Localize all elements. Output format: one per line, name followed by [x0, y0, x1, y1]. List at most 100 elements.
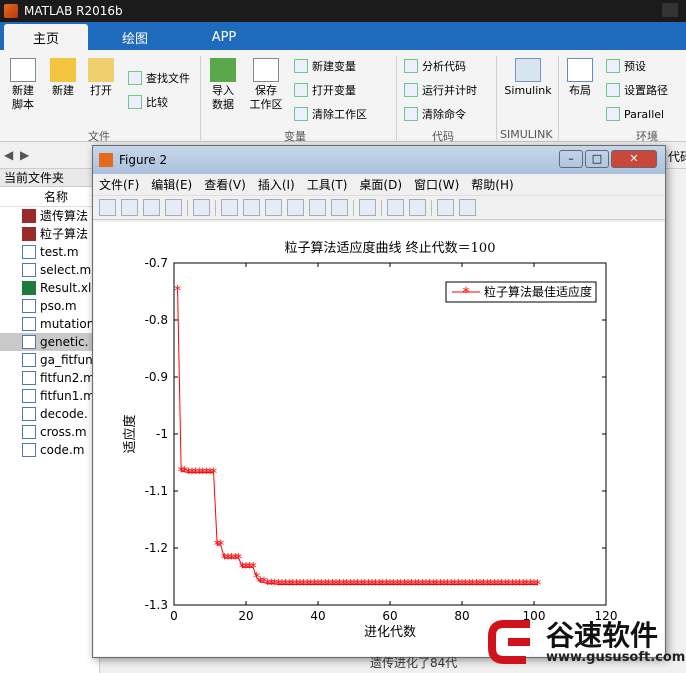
print-icon[interactable]: [165, 199, 182, 216]
list-item[interactable]: fitfun1.m: [0, 387, 99, 405]
m-file-icon: [22, 353, 36, 367]
show-plot-tools-icon[interactable]: [459, 199, 476, 216]
figure-menu-item[interactable]: 工具(T): [307, 176, 348, 193]
import-data-button[interactable]: 导入 数据: [206, 58, 240, 112]
brush-icon[interactable]: [331, 199, 348, 216]
parallel-button[interactable]: Parallel: [606, 106, 664, 122]
column-header-name[interactable]: 名称: [0, 187, 99, 207]
tab-plots[interactable]: 绘图: [92, 24, 178, 50]
figure-menu-item[interactable]: 帮助(H): [471, 176, 513, 193]
close-button[interactable]: ✕: [611, 150, 657, 168]
new-variable-button[interactable]: 新建变量: [294, 58, 356, 74]
ribbon-divider: [558, 56, 559, 140]
clear-commands-icon: [404, 107, 418, 121]
zoom-out-icon[interactable]: [243, 199, 260, 216]
clear-workspace-label: 清除工作区: [312, 108, 367, 121]
figure-menu-item[interactable]: 插入(I): [258, 176, 295, 193]
list-item[interactable]: genetic.: [0, 333, 99, 351]
find-files-button[interactable]: 查找文件: [128, 70, 190, 86]
file-name: 遗传算法: [40, 209, 89, 223]
link-plot-icon[interactable]: [359, 199, 376, 216]
list-item[interactable]: fitfun2.m: [0, 369, 99, 387]
tab-apps[interactable]: APP: [180, 24, 268, 50]
y-tick-label: -1.2: [145, 541, 168, 555]
run-and-time-icon: [404, 83, 418, 97]
file-name: test.m: [40, 245, 79, 259]
clear-workspace-button[interactable]: 清除工作区: [294, 106, 367, 122]
folder-icon: [88, 58, 114, 82]
figure-menu-item[interactable]: 桌面(D): [359, 176, 402, 193]
list-item[interactable]: test.m: [0, 243, 99, 261]
compare-button[interactable]: 比较: [128, 94, 168, 110]
group-label-simulink: SIMULINK: [500, 128, 553, 141]
simulink-button[interactable]: Simulink: [502, 58, 554, 98]
window-controls[interactable]: [662, 3, 678, 17]
open-file-icon[interactable]: [121, 199, 138, 216]
file-name: mutation: [40, 317, 95, 331]
file-name: fitfun2.m: [40, 371, 95, 385]
list-item[interactable]: pso.m: [0, 297, 99, 315]
preferences-button[interactable]: 预设: [606, 58, 646, 74]
figure-menubar: 文件(F) 编辑(E) 查看(V) 插入(I) 工具(T) 桌面(D) 窗口(W) 帮助(H): [93, 174, 665, 196]
list-item[interactable]: cross.m: [0, 423, 99, 441]
toolbar-separator: [187, 199, 188, 216]
list-item[interactable]: mutation: [0, 315, 99, 333]
figure-menu-item[interactable]: 编辑(E): [151, 176, 192, 193]
y-tick-label: -0.9: [145, 370, 168, 384]
save-workspace-button[interactable]: 保存 工作区: [246, 58, 286, 112]
m-file-icon: [22, 317, 36, 331]
tab-home[interactable]: 主页: [4, 24, 88, 50]
chart-title: 粒子算法适应度曲线 终止代数＝100: [285, 240, 496, 256]
set-path-button[interactable]: 设置路径: [606, 82, 668, 98]
rotate-icon[interactable]: [287, 199, 304, 216]
data-point-marker: *: [210, 466, 217, 482]
hide-plot-tools-icon[interactable]: [437, 199, 454, 216]
new-figure-icon[interactable]: [99, 199, 116, 216]
save-workspace-icon: [253, 58, 279, 82]
pan-icon[interactable]: [265, 199, 282, 216]
figure-toolbar: [93, 196, 665, 220]
clear-commands-button[interactable]: 清除命令: [404, 106, 466, 122]
new-button[interactable]: 新建: [46, 58, 80, 98]
address-fragment: 代码: [668, 150, 686, 164]
y-axis-label: 适应度: [122, 414, 138, 453]
ribbon-divider: [200, 56, 201, 140]
open-variable-label: 打开变量: [312, 84, 356, 97]
file-list: 遗传算法粒子算法 test.m select.m Result.xls pso.m mut…: [0, 207, 99, 459]
legend-icon[interactable]: [409, 199, 426, 216]
maximize-button[interactable]: □: [585, 150, 609, 168]
list-item[interactable]: select.m: [0, 261, 99, 279]
pointer-icon[interactable]: [193, 199, 210, 216]
figure-menu-item[interactable]: 窗口(W): [414, 176, 459, 193]
forward-icon[interactable]: ▶: [20, 148, 29, 162]
figure-menu-item[interactable]: 文件(F): [99, 176, 139, 193]
minimize-button[interactable]: –: [559, 150, 583, 168]
legend-label: 粒子算法最佳适应度: [484, 284, 592, 299]
back-icon[interactable]: ◀: [4, 148, 13, 162]
analyze-code-button[interactable]: 分析代码: [404, 58, 466, 74]
list-item[interactable]: decode.: [0, 405, 99, 423]
list-item[interactable]: ga_fitfun: [0, 351, 99, 369]
colorbar-icon[interactable]: [387, 199, 404, 216]
x-tick-label: 60: [382, 609, 397, 623]
figure-menu-item[interactable]: 查看(V): [204, 176, 246, 193]
find-files-icon: [128, 71, 142, 85]
list-item[interactable]: 粒子算法: [0, 225, 99, 243]
zoom-in-icon[interactable]: [221, 199, 238, 216]
m-file-icon: [22, 245, 36, 259]
list-item[interactable]: Result.xls: [0, 279, 99, 297]
layout-icon: [567, 58, 593, 82]
list-item[interactable]: 遗传算法: [0, 207, 99, 225]
file-name: cross.m: [40, 425, 87, 439]
list-item[interactable]: code.m: [0, 441, 99, 459]
ribbon: 新建 脚本 新建 打开 查找文件 比较 导入 数据 保存 工作区 新建变量 打开…: [0, 50, 686, 143]
new-script-button[interactable]: 新建 脚本: [6, 58, 40, 112]
open-button[interactable]: 打开: [84, 58, 118, 98]
run-and-time-button[interactable]: 运行并计时: [404, 82, 477, 98]
layout-button[interactable]: 布局: [564, 58, 596, 98]
watermark-url: www.gususoft.com: [546, 650, 686, 665]
clear-commands-label: 清除命令: [422, 108, 466, 121]
save-icon[interactable]: [143, 199, 160, 216]
open-variable-button[interactable]: 打开变量: [294, 82, 356, 98]
data-cursor-icon[interactable]: [309, 199, 326, 216]
